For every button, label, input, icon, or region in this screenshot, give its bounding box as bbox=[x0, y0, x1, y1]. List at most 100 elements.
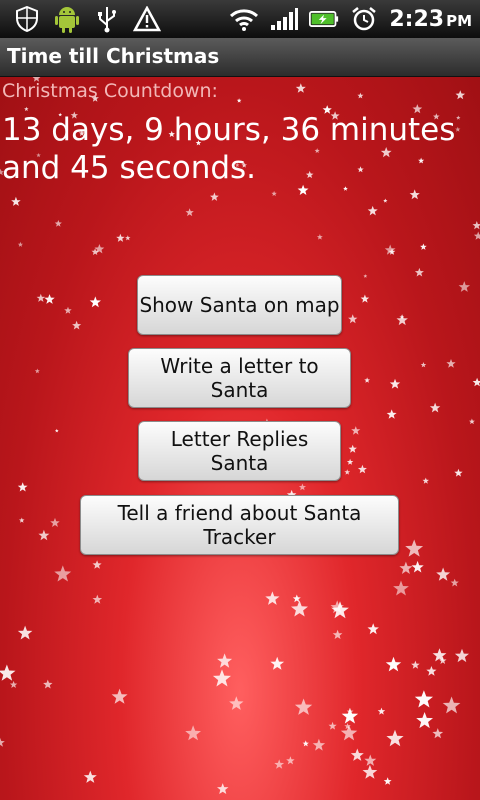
star-decoration bbox=[362, 764, 378, 779]
letter-replies-button[interactable]: Letter Replies Santa bbox=[138, 421, 341, 481]
star-decoration bbox=[351, 426, 361, 435]
star-decoration bbox=[265, 591, 280, 605]
star-decoration bbox=[348, 444, 357, 453]
status-icons-right: 2:23 PM bbox=[229, 4, 472, 34]
star-decoration bbox=[340, 724, 358, 741]
star-decoration bbox=[89, 296, 101, 308]
star-decoration bbox=[332, 629, 343, 639]
star-decoration bbox=[357, 92, 364, 99]
star-decoration bbox=[454, 648, 469, 663]
alarm-icon bbox=[349, 4, 379, 34]
star-decoration bbox=[429, 402, 441, 413]
star-decoration bbox=[0, 737, 5, 747]
star-decoration bbox=[393, 580, 409, 596]
star-decoration bbox=[185, 725, 201, 741]
star-decoration bbox=[399, 561, 413, 574]
status-icons-left bbox=[12, 4, 162, 34]
star-decoration bbox=[344, 469, 351, 475]
star-decoration bbox=[116, 233, 125, 242]
star-decoration bbox=[312, 738, 326, 751]
star-decoration bbox=[409, 189, 420, 200]
main-content: Christmas Countdown: 13 days, 9 hours, 3… bbox=[0, 77, 480, 800]
star-decoration bbox=[38, 529, 50, 541]
star-decoration bbox=[212, 669, 231, 687]
star-decoration bbox=[83, 770, 97, 783]
star-decoration bbox=[389, 378, 401, 389]
star-decoration bbox=[229, 696, 244, 710]
star-decoration bbox=[291, 600, 308, 617]
star-decoration bbox=[302, 740, 309, 747]
star-decoration bbox=[420, 243, 427, 250]
star-decoration bbox=[405, 539, 424, 557]
star-decoration bbox=[473, 231, 480, 240]
star-decoration bbox=[422, 477, 429, 484]
star-decoration bbox=[426, 666, 437, 676]
star-decoration bbox=[442, 696, 461, 714]
star-decoration bbox=[436, 567, 451, 581]
star-decoration bbox=[367, 205, 378, 216]
star-decoration bbox=[472, 377, 480, 387]
star-decoration bbox=[411, 660, 420, 669]
star-decoration bbox=[469, 418, 475, 425]
star-decoration bbox=[328, 721, 337, 730]
shield-icon bbox=[12, 4, 42, 34]
star-decoration bbox=[367, 623, 379, 635]
star-decoration bbox=[43, 679, 53, 689]
star-decoration bbox=[210, 192, 219, 201]
star-decoration bbox=[348, 314, 358, 324]
star-decoration bbox=[17, 625, 33, 640]
wifi-icon bbox=[229, 4, 259, 34]
star-decoration bbox=[386, 409, 397, 419]
star-decoration bbox=[294, 698, 313, 715]
star-decoration bbox=[384, 244, 396, 255]
star-decoration bbox=[34, 368, 40, 374]
star-decoration bbox=[125, 235, 131, 241]
star-decoration bbox=[414, 267, 424, 277]
star-decoration bbox=[298, 483, 306, 491]
star-decoration bbox=[432, 728, 444, 739]
star-decoration bbox=[341, 707, 359, 724]
star-decoration bbox=[271, 190, 277, 197]
star-decoration bbox=[472, 221, 480, 230]
star-decoration bbox=[54, 428, 59, 433]
star-decoration bbox=[19, 517, 25, 523]
star-decoration bbox=[17, 482, 28, 492]
star-decoration bbox=[185, 208, 194, 217]
star-decoration bbox=[446, 359, 456, 368]
star-decoration bbox=[385, 656, 402, 672]
star-decoration bbox=[357, 464, 367, 474]
countdown-value: 13 days, 9 hours, 36 minutes and 45 seco… bbox=[2, 112, 456, 186]
star-decoration bbox=[364, 377, 370, 383]
star-decoration bbox=[350, 748, 364, 761]
write-letter-button[interactable]: Write a letter to Santa bbox=[128, 348, 351, 408]
star-decoration bbox=[455, 90, 466, 100]
show-santa-map-button[interactable]: Show Santa on map bbox=[137, 275, 342, 335]
star-decoration bbox=[364, 754, 377, 766]
star-decoration bbox=[17, 241, 24, 247]
star-decoration bbox=[396, 314, 408, 326]
star-decoration bbox=[50, 517, 60, 527]
star-decoration bbox=[274, 759, 285, 769]
star-decoration bbox=[36, 293, 46, 302]
star-decoration bbox=[386, 729, 404, 747]
star-decoration bbox=[270, 656, 285, 670]
app-title: Time till Christmas bbox=[7, 44, 220, 68]
star-decoration bbox=[360, 294, 370, 303]
star-decoration bbox=[363, 274, 368, 278]
star-decoration bbox=[286, 756, 295, 765]
usb-icon bbox=[92, 4, 122, 34]
star-decoration bbox=[316, 234, 323, 240]
star-decoration bbox=[9, 680, 18, 688]
star-decoration bbox=[44, 294, 55, 304]
star-decoration bbox=[454, 468, 463, 477]
countdown-label: Christmas Countdown: bbox=[2, 80, 218, 102]
star-decoration bbox=[420, 362, 427, 368]
star-decoration bbox=[217, 653, 233, 668]
star-decoration bbox=[92, 594, 103, 604]
tell-friend-button[interactable]: Tell a friend about Santa Tracker bbox=[80, 495, 399, 555]
star-decoration bbox=[414, 690, 433, 708]
title-bar: Time till Christmas bbox=[0, 38, 480, 77]
star-decoration bbox=[0, 664, 16, 681]
star-decoration bbox=[458, 281, 470, 292]
star-decoration bbox=[236, 98, 242, 103]
